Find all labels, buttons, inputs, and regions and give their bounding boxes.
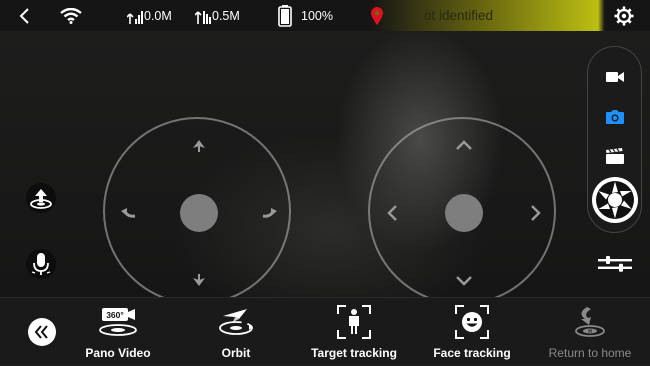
sliders-icon [598, 256, 632, 272]
return-home-icon: H [573, 304, 607, 340]
download-arrow-icon [195, 10, 211, 24]
wifi-icon [60, 0, 82, 31]
camera-settings-button[interactable] [594, 252, 636, 276]
photo-mode-button[interactable] [588, 102, 641, 132]
chevron-up-icon [456, 140, 472, 150]
mode-pano-video[interactable]: 360° Pano Video [76, 298, 160, 366]
right-joystick-knob[interactable] [445, 194, 483, 232]
chevron-down-icon [456, 276, 472, 286]
mode-orbit[interactable]: Orbit [194, 298, 278, 366]
takeoff-button[interactable] [26, 183, 56, 213]
rotate-left-icon [121, 208, 136, 218]
mode-target-tracking[interactable]: Target tracking [304, 298, 404, 366]
voice-control-button[interactable] [26, 249, 56, 279]
right-joystick[interactable] [368, 117, 556, 305]
battery-value: 100% [301, 8, 333, 23]
upload-speed: 0.0M [127, 0, 172, 31]
download-speed: 0.5M [195, 0, 240, 31]
double-chevron-left-icon [34, 325, 48, 339]
chevron-left-icon [387, 205, 397, 221]
face-tracking-icon [455, 304, 489, 340]
aperture-icon [596, 181, 634, 219]
settings-button[interactable] [614, 0, 634, 31]
left-joystick[interactable] [103, 117, 291, 305]
back-button[interactable] [18, 0, 30, 31]
gear-icon [614, 6, 634, 25]
upload-speed-value: 0.0M [144, 8, 172, 23]
mode-return-to-home[interactable]: H Return to home [540, 298, 640, 366]
svg-text:H: H [588, 329, 592, 335]
video-mode-button[interactable] [588, 62, 641, 92]
mode-face-tracking[interactable]: Face tracking [428, 298, 516, 366]
clapperboard-icon [605, 148, 624, 164]
media-library-button[interactable] [588, 141, 641, 171]
mode-label: Target tracking [311, 346, 397, 360]
location-pin-icon [370, 0, 384, 31]
battery-icon [278, 4, 292, 27]
rotate-right-icon [262, 208, 277, 218]
microphone-icon [31, 253, 51, 275]
battery: 100% [278, 0, 333, 31]
orbit-icon [217, 304, 255, 340]
arrow-down-icon [193, 274, 205, 286]
flight-mode-bar: 360° Pano Video Orbit Target tracking Fa… [0, 297, 650, 365]
collapse-button[interactable] [28, 318, 56, 346]
left-joystick-knob[interactable] [180, 194, 218, 232]
upload-arrow-icon [127, 10, 143, 24]
video-camera-icon [605, 72, 624, 82]
chevron-left-icon [19, 7, 29, 24]
arrow-up-icon [193, 140, 205, 152]
download-speed-value: 0.5M [212, 8, 240, 23]
mode-label: Pano Video [85, 346, 151, 360]
shutter-button[interactable] [592, 177, 638, 223]
pano-badge-text: 360° [106, 310, 124, 320]
chevron-right-icon [531, 205, 541, 221]
mode-label: Return to home [548, 346, 632, 360]
camera-mode-panel [587, 46, 642, 233]
location-status: ot identified [424, 8, 494, 23]
mode-label: Face tracking [433, 346, 511, 360]
camera-icon [605, 110, 624, 124]
pano-video-icon: 360° [96, 304, 140, 340]
target-tracking-icon [337, 304, 371, 340]
takeoff-icon [30, 189, 52, 209]
mode-label: Orbit [221, 346, 251, 360]
status-bar: 0.0M 0.5M 100% ot identified [0, 0, 650, 31]
